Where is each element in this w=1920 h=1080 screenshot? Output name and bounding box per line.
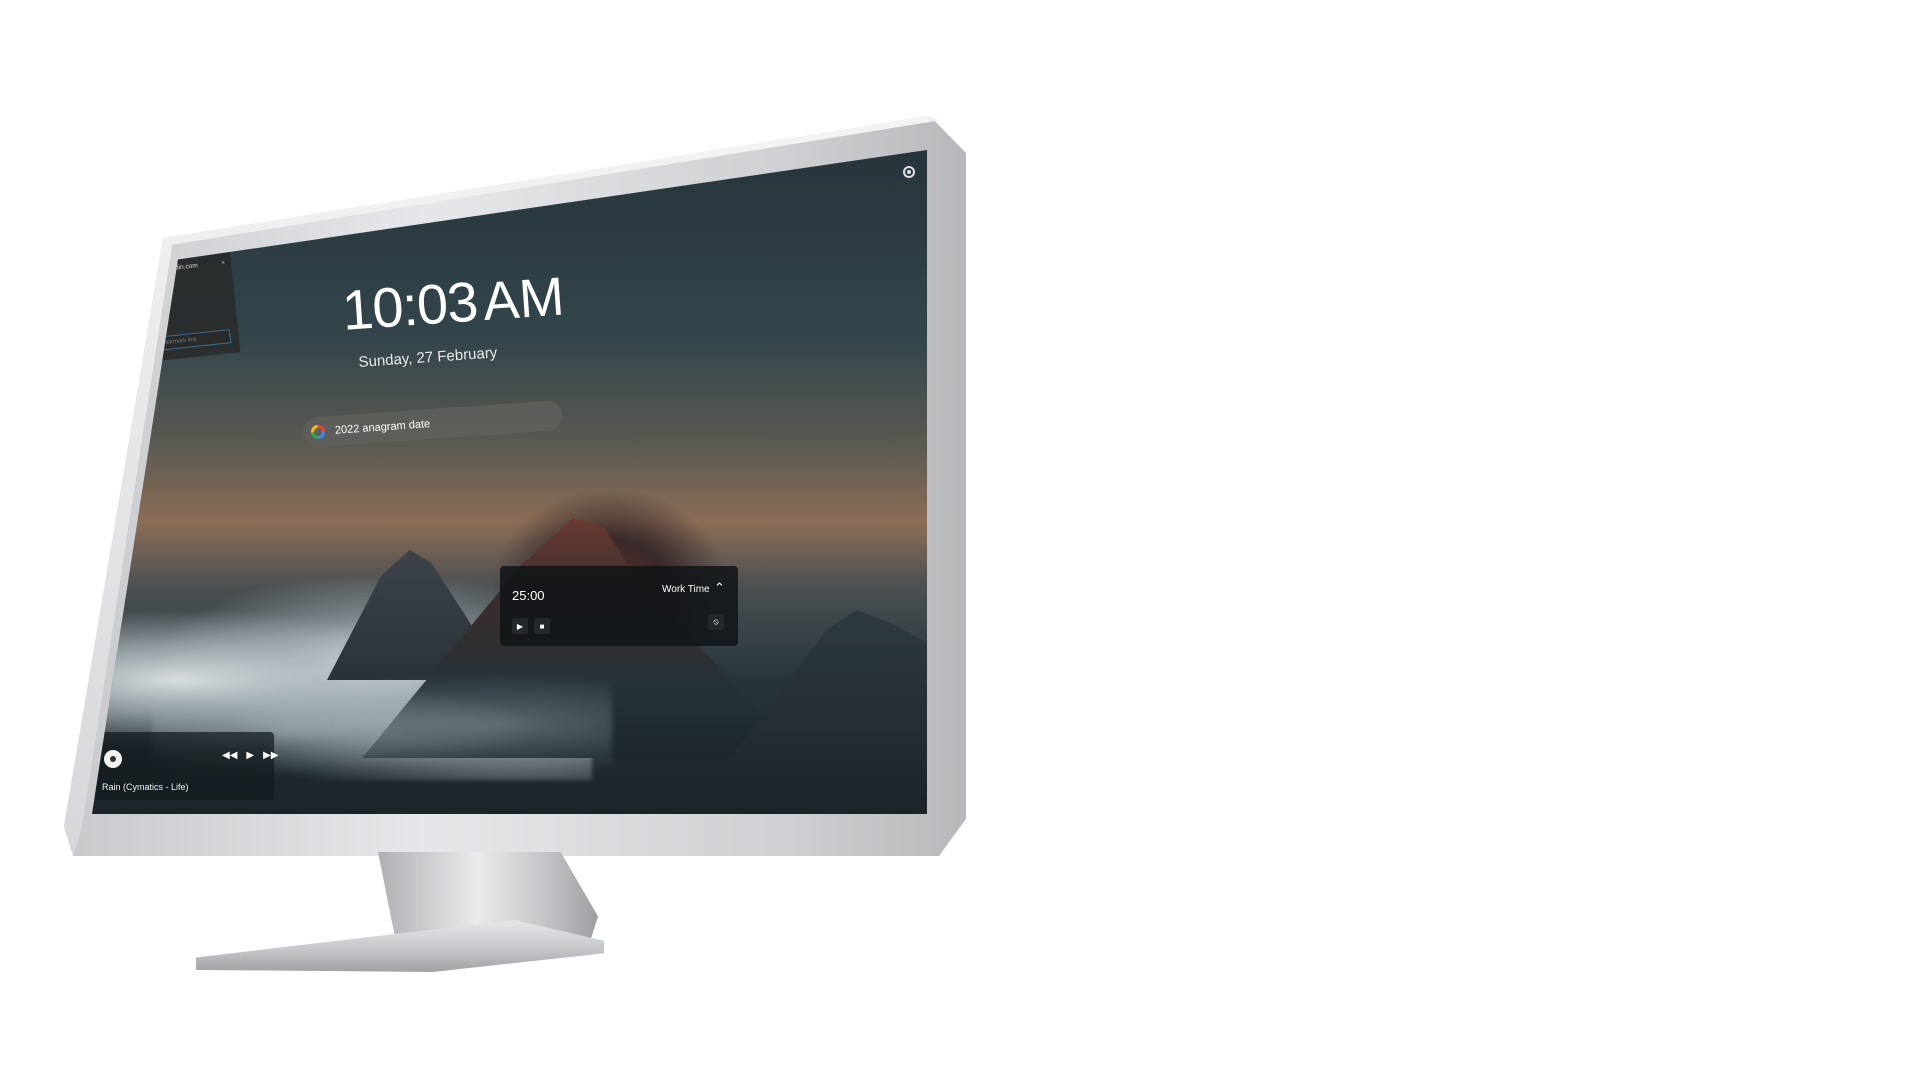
- rewind-icon[interactable]: ◀◀: [222, 750, 237, 761]
- fast-forward-icon[interactable]: ▶▶: [263, 750, 278, 761]
- google-icon: [310, 424, 326, 440]
- disc-icon: [104, 750, 122, 768]
- music-player: ◀◀ ▶ ▶▶ Rain (Cymatics - Life): [94, 732, 278, 800]
- clock: 10:03AM: [340, 263, 566, 343]
- chevron-up-icon[interactable]: ⌃: [714, 580, 725, 596]
- clock-ampm: AM: [481, 266, 567, 332]
- settings-gear-icon[interactable]: [903, 166, 915, 178]
- linkedin-icon[interactable]: [139, 241, 148, 250]
- timer-display: 25:00: [512, 588, 545, 603]
- instagram-icon[interactable]: [128, 242, 137, 251]
- pomodoro-timer: 25:00 Work Time ⌃ ▶ ■ ⦸: [500, 566, 738, 646]
- product-mockup-stage: https://instagram.com × https://linkedin…: [0, 0, 1920, 1080]
- play-icon: ▶: [516, 621, 524, 631]
- search-bar[interactable]: [302, 399, 564, 448]
- instagram-icon: [129, 255, 138, 264]
- bookmark-item[interactable]: https://linkedin.com ×: [131, 259, 226, 277]
- mute-icon: ⦸: [713, 617, 719, 626]
- music-controls: ◀◀ ▶ ▶▶: [222, 750, 278, 761]
- timer-play-button[interactable]: ▶: [512, 618, 528, 634]
- timer-stop-button[interactable]: ■: [534, 618, 550, 634]
- timer-mode-label: Work Time: [662, 584, 710, 595]
- mute-button[interactable]: ⦸: [708, 614, 724, 630]
- wallpaper-mountain-right: [722, 610, 927, 770]
- remove-bookmark-icon[interactable]: ×: [221, 259, 226, 266]
- search-input[interactable]: [332, 409, 537, 438]
- track-title: Rain (Cymatics - Life): [102, 782, 189, 792]
- stop-icon: ■: [539, 621, 545, 631]
- clock-date: Sunday, 27 February: [358, 344, 498, 371]
- add-bookmark-icon[interactable]: [150, 240, 158, 249]
- linkedin-icon: [131, 268, 139, 277]
- clock-time: 10:03: [340, 269, 480, 342]
- play-icon[interactable]: ▶: [246, 750, 254, 761]
